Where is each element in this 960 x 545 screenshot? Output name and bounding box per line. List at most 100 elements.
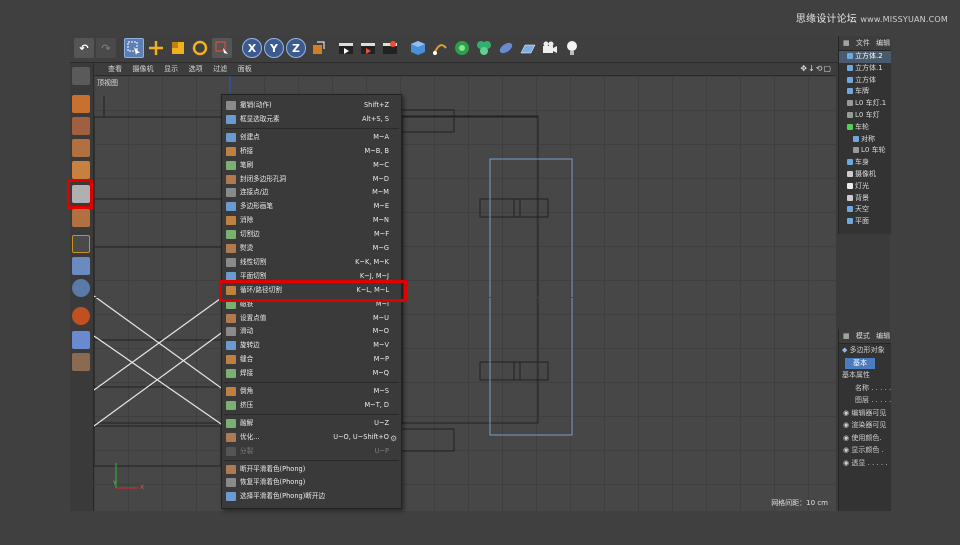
context-menu-item[interactable]: 断开平滑着色(Phong) [222, 463, 401, 476]
object-item[interactable]: 摄像机 [839, 169, 891, 181]
object-item[interactable]: 平面 [839, 216, 891, 228]
magnet-icon[interactable] [72, 307, 90, 325]
context-menu-item[interactable]: 融解 U~Z [222, 417, 401, 430]
object-item[interactable]: 背景 [839, 193, 891, 205]
viewport-menu-display[interactable]: 显示 [164, 64, 178, 74]
object-item[interactable]: 车身 [839, 157, 891, 169]
attribute-row[interactable]: ◉ 渲染器可见 [839, 419, 891, 432]
axis-mode-icon[interactable] [72, 235, 90, 253]
lock-x-axis-button[interactable]: X [242, 38, 262, 58]
context-menu-item[interactable]: 焊接 M~Q [222, 367, 401, 380]
object-item[interactable]: 立方体 [839, 75, 891, 87]
object-item[interactable]: 天空 [839, 204, 891, 216]
context-menu-item[interactable]: 框显选取元素 Alt+S, S [222, 113, 401, 126]
floor-icon[interactable] [518, 38, 538, 58]
object-item[interactable]: 灯光 [839, 181, 891, 193]
viewport-menu-view[interactable]: 查看 [108, 64, 122, 74]
context-menu-item[interactable]: 分裂 U~P [222, 445, 401, 458]
context-menu-item[interactable]: 线性切割 K~K, M~K [222, 256, 401, 269]
viewport-nav-icons[interactable]: ✥↓⟲▢ [800, 64, 832, 73]
attribute-row[interactable]: ◉ 编辑器可见 [839, 407, 891, 420]
context-menu-item[interactable]: 笔刷 M~C [222, 159, 401, 172]
lock-y-axis-button[interactable]: Y [264, 38, 284, 58]
object-manager-tab-file[interactable]: 文件 [856, 39, 870, 47]
context-menu-item[interactable]: 创建点 M~A [222, 131, 401, 144]
tweak-mode-icon[interactable] [72, 257, 90, 275]
context-menu-item[interactable]: 选择平滑着色(Phong)断开边 [222, 490, 401, 503]
polygons-mode-icon[interactable] [72, 209, 90, 227]
menu-item-shortcut: M~O [372, 327, 389, 336]
camera-icon[interactable] [540, 38, 560, 58]
scale-icon[interactable] [168, 38, 188, 58]
context-menu-item[interactable]: 设置点值 M~U [222, 312, 401, 325]
context-menu-item[interactable]: 桥接 M~B, B [222, 145, 401, 158]
rotate-icon[interactable] [190, 38, 210, 58]
live-select-icon[interactable] [124, 38, 144, 58]
pen-spline-icon[interactable] [430, 38, 450, 58]
object-manager-tab-edit[interactable]: 编辑 [876, 39, 890, 47]
light-icon[interactable] [562, 38, 582, 58]
object-item[interactable]: L0 车轮 [839, 145, 891, 157]
context-menu-item[interactable]: 挤压 M~T, D [222, 399, 401, 412]
object-item[interactable]: 立方体.2 [839, 51, 891, 63]
top-viewport[interactable]: 顶视图 Y X 网格间距：10 cm [94, 76, 836, 511]
deformer-icon[interactable] [496, 38, 516, 58]
context-menu-item[interactable]: 撤销(动作) Shift+Z [222, 99, 401, 112]
context-menu-item[interactable]: 连接点/边 M~M [222, 186, 401, 199]
context-menu-item[interactable]: 熨烫 M~G [222, 242, 401, 255]
object-item[interactable]: 对称 [839, 134, 891, 146]
subdivision-surface-icon[interactable] [452, 38, 472, 58]
object-item[interactable]: 立方体.1 [839, 63, 891, 75]
render-to-picture-viewer-icon[interactable] [358, 38, 378, 58]
object-item[interactable]: 车牌 [839, 86, 891, 98]
context-menu-item[interactable]: 滑动 M~O [222, 325, 401, 338]
attribute-row[interactable]: 名称 . . . . . [839, 382, 891, 395]
object-item[interactable]: L0 车灯.1 [839, 98, 891, 110]
locked-workplane-icon[interactable] [72, 353, 90, 371]
object-item-label: 车身 [855, 158, 869, 167]
attribute-tab-basic[interactable]: 基本 [845, 357, 875, 369]
context-menu-item[interactable]: 旋转边 M~V [222, 339, 401, 352]
menu-item-shortcut: Shift+Z [363, 101, 389, 109]
render-settings-icon[interactable] [380, 38, 400, 58]
move-icon[interactable] [146, 38, 166, 58]
context-menu-item[interactable]: 倒角 M~S [222, 385, 401, 398]
attribute-row[interactable]: 图层 . . . . . [839, 394, 891, 407]
context-menu-item[interactable]: 优化... U~O, U~Shift+O [222, 431, 401, 444]
workplane-icon[interactable] [72, 331, 90, 349]
viewport-menu-panel[interactable]: 面板 [238, 64, 252, 74]
snap-icon[interactable] [72, 279, 90, 297]
redo-icon[interactable]: ↷ [96, 38, 116, 58]
context-menu-item[interactable]: 多边形画笔 M~E [222, 200, 401, 213]
viewport-menu-cameras[interactable]: 摄像机 [133, 64, 154, 74]
render-view-icon[interactable] [336, 38, 356, 58]
attribute-tab-edit[interactable]: 编辑 [876, 332, 890, 340]
viewport-menu-options[interactable]: 选项 [189, 64, 203, 74]
context-menu-item[interactable]: 切割边 M~F [222, 228, 401, 241]
attribute-row[interactable]: ◉ 使用颜色. [839, 432, 891, 445]
texture-mode-icon[interactable] [72, 117, 90, 135]
attribute-row[interactable]: ◉ 显示颜色 . [839, 444, 891, 457]
context-menu-item[interactable]: 消除 M~N [222, 214, 401, 227]
options-gear-icon[interactable]: ⚙ [390, 434, 397, 443]
make-editable-icon[interactable] [72, 67, 90, 85]
attribute-tab-mode[interactable]: 模式 [856, 332, 870, 340]
workplane-mode-icon[interactable] [72, 139, 90, 157]
lock-z-axis-button[interactable]: Z [286, 38, 306, 58]
model-mode-icon[interactable] [72, 95, 90, 113]
object-item[interactable]: L0 车灯 [839, 110, 891, 122]
viewport-menu-filter[interactable]: 过滤 [213, 64, 227, 74]
coordinate-system-icon[interactable] [308, 38, 328, 58]
context-menu-item[interactable]: 封闭多边形孔洞 M~D [222, 173, 401, 186]
object-item[interactable]: 车轮 [839, 122, 891, 134]
cube-primitive-icon[interactable] [408, 38, 428, 58]
context-menu-item[interactable]: 缝合 M~P [222, 353, 401, 366]
undo-icon[interactable]: ↶ [74, 38, 94, 58]
object-manager-header: ▦ 文件 编辑 [839, 36, 891, 51]
attribute-row[interactable]: ◉ 透显 . . . . . [839, 457, 891, 470]
recent-tool-icon[interactable] [212, 38, 232, 58]
menu-item-label: 设置点值 [240, 313, 267, 322]
context-menu-item[interactable]: 恢复平滑着色(Phong) [222, 476, 401, 489]
cloner-icon[interactable] [474, 38, 494, 58]
points-mode-icon[interactable] [72, 161, 90, 179]
